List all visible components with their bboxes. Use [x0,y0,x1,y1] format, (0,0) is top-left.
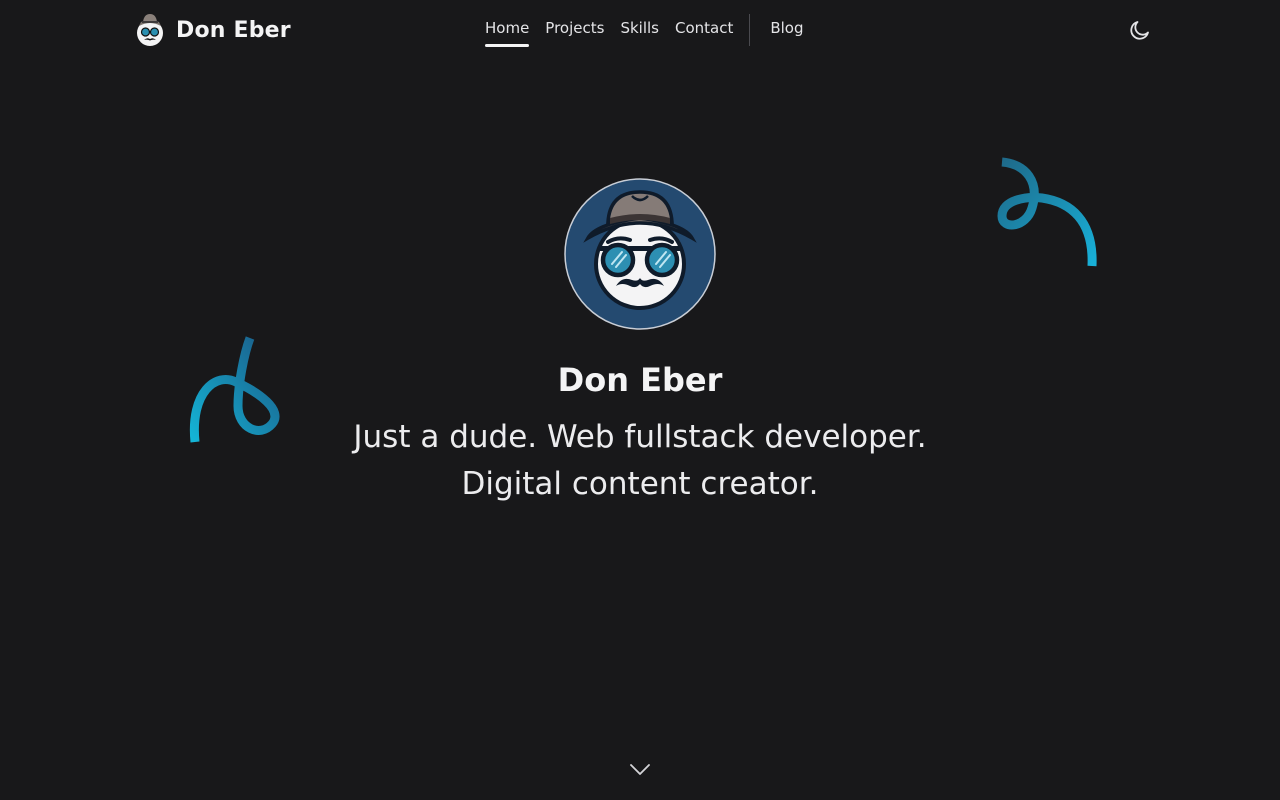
brand-home-link[interactable]: Don Eber [134,12,291,48]
moon-icon[interactable] [1128,18,1152,42]
hero-tagline-line2: Digital content creator. [461,466,819,502]
chevron-down-icon[interactable] [628,760,652,780]
nav-item-projects[interactable]: Projects [545,13,604,47]
nav-item-blog[interactable]: Blog [770,13,803,47]
profile-avatar-icon [564,178,716,330]
avatar-logo-icon [137,14,163,46]
nav-divider [749,14,751,46]
brand-name: Don Eber [176,17,291,43]
page: Don Eber Home Projects Skills Contact Bl… [0,0,1280,800]
hero-tagline: Just a dude. Web fullstack developer. Di… [0,414,1280,508]
squiggle-decoration-right [997,157,1097,267]
nav-item-contact[interactable]: Contact [675,13,733,47]
nav-item-skills[interactable]: Skills [620,13,659,47]
main-nav: Home Projects Skills Contact Blog [485,13,820,47]
nav-item-home[interactable]: Home [485,13,530,47]
hero-tagline-line1: Just a dude. Web fullstack developer. [353,419,927,455]
hero-name: Don Eber [557,361,723,399]
